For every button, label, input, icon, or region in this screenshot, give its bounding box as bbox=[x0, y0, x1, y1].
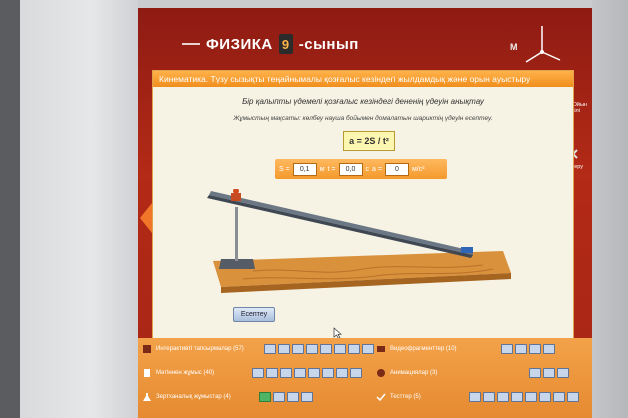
formula-box: a = 2S / t² bbox=[343, 131, 395, 151]
chip[interactable] bbox=[552, 392, 565, 402]
clamp[interactable] bbox=[231, 193, 241, 201]
chip[interactable] bbox=[266, 368, 279, 378]
window-title: Кинематика. Түзу сызықты теңайнымалы қоз… bbox=[153, 71, 573, 87]
axis-m-label: M bbox=[510, 42, 518, 52]
chip[interactable] bbox=[319, 344, 332, 354]
book-icon bbox=[143, 345, 151, 353]
app-screen: ФИЗИКА 9 -сынып M Ойын тәсілі Тексеру Ки… bbox=[138, 8, 592, 418]
subject-label: ФИЗИКА bbox=[206, 35, 273, 53]
chip[interactable] bbox=[542, 344, 555, 354]
chip[interactable] bbox=[336, 368, 349, 378]
chips-row2 bbox=[252, 368, 363, 378]
chips-row3 bbox=[258, 392, 313, 402]
page-icon bbox=[144, 369, 150, 377]
header-bar: ФИЗИКА 9 -сынып M bbox=[138, 8, 592, 68]
chip[interactable] bbox=[529, 368, 542, 378]
chip[interactable] bbox=[524, 392, 537, 402]
chip[interactable] bbox=[333, 344, 346, 354]
chip[interactable] bbox=[300, 392, 313, 402]
animation-icon bbox=[377, 369, 385, 377]
dash-left bbox=[182, 43, 200, 45]
lab-window: Кинематика. Түзу сызықты теңайнымалы қоз… bbox=[152, 70, 574, 342]
t-label: t = bbox=[327, 165, 336, 173]
chips-row-anim bbox=[529, 368, 570, 378]
lab-works-label: Зертханалық жұмыстар (4) bbox=[156, 394, 231, 400]
inclined-plane-scene bbox=[207, 189, 511, 293]
a-label: a = bbox=[372, 165, 382, 173]
chip[interactable] bbox=[280, 368, 293, 378]
a-input[interactable]: 0 bbox=[384, 162, 409, 176]
chip[interactable] bbox=[557, 368, 570, 378]
row-tests[interactable]: Тесттер (5) bbox=[376, 392, 579, 402]
bottom-panel: Интерактивті тапсырмалар (57) Мәтіннен ж… bbox=[138, 338, 592, 418]
chip[interactable] bbox=[514, 344, 527, 354]
row-text-work[interactable]: Мәтіннен жұмыс (40) bbox=[142, 368, 363, 378]
video-label: Видеофрагменттер (10) bbox=[390, 346, 457, 352]
text-work-label: Мәтіннен жұмыс (40) bbox=[156, 370, 215, 376]
chip[interactable] bbox=[528, 344, 541, 354]
s-unit: м bbox=[319, 165, 325, 173]
chip[interactable] bbox=[482, 392, 495, 402]
task-subtitle: Жұмыстың мақсаты: көлбеу науша бойымен д… bbox=[233, 115, 493, 122]
chip[interactable] bbox=[361, 344, 374, 354]
grade-suffix: -сынып bbox=[298, 35, 359, 53]
chip[interactable] bbox=[538, 392, 551, 402]
monitor-bezel bbox=[0, 0, 20, 418]
row-video[interactable]: Видеофрагменттер (10) bbox=[376, 344, 555, 354]
animations-label: Анимациялар (3) bbox=[390, 370, 438, 376]
end-stop bbox=[461, 247, 473, 253]
chips-row-video bbox=[500, 344, 555, 354]
chip-active[interactable] bbox=[258, 392, 271, 402]
s-input[interactable]: 0,1 bbox=[292, 162, 317, 176]
ramp-track-shadow bbox=[207, 195, 473, 258]
a-unit: м/с² bbox=[411, 165, 425, 173]
chip[interactable] bbox=[263, 344, 276, 354]
chip[interactable] bbox=[347, 344, 360, 354]
brand-title: ФИЗИКА 9 -сынып bbox=[182, 34, 359, 54]
chip[interactable] bbox=[305, 344, 318, 354]
s-label: S = bbox=[279, 165, 290, 173]
chip[interactable] bbox=[566, 392, 579, 402]
chip[interactable] bbox=[286, 392, 299, 402]
chip[interactable] bbox=[277, 344, 290, 354]
video-icon bbox=[377, 346, 385, 352]
parameters-panel: S = 0,1 м t = 0,0 с a = 0 м/с² bbox=[275, 159, 447, 179]
axes-icon bbox=[525, 26, 561, 63]
tests-label: Тесттер (5) bbox=[390, 394, 421, 400]
t-input[interactable]: 0,0 bbox=[338, 162, 363, 176]
chip[interactable] bbox=[543, 368, 556, 378]
grade-number: 9 bbox=[278, 34, 293, 54]
calculate-button[interactable]: Есептеу bbox=[233, 307, 275, 322]
row-interactive-tasks[interactable]: Интерактивті тапсырмалар (57) bbox=[142, 344, 374, 354]
wall-background bbox=[20, 0, 138, 418]
ramp-track bbox=[209, 191, 473, 255]
task-title: Бір қалыпты үдемелі қозғалыс кезіндегі д… bbox=[242, 97, 484, 106]
chip[interactable] bbox=[291, 344, 304, 354]
chip[interactable] bbox=[322, 368, 335, 378]
chip[interactable] bbox=[350, 368, 363, 378]
chip[interactable] bbox=[252, 368, 265, 378]
chip[interactable] bbox=[272, 392, 285, 402]
stand-rod bbox=[235, 207, 238, 261]
chips-row1 bbox=[263, 344, 374, 354]
chip[interactable] bbox=[294, 368, 307, 378]
wall-background-right bbox=[592, 0, 628, 418]
chip[interactable] bbox=[500, 344, 513, 354]
chips-row-tests bbox=[468, 392, 579, 402]
chip[interactable] bbox=[468, 392, 481, 402]
chip[interactable] bbox=[308, 368, 321, 378]
t-unit: с bbox=[365, 165, 370, 173]
flask-icon bbox=[143, 393, 151, 401]
row-animations[interactable]: Анимациялар (3) bbox=[376, 368, 570, 378]
check-icon bbox=[376, 393, 386, 402]
chip[interactable] bbox=[496, 392, 509, 402]
row-lab-works[interactable]: Зертханалық жұмыстар (4) bbox=[142, 392, 313, 402]
interactive-tasks-label: Интерактивті тапсырмалар (57) bbox=[156, 346, 244, 352]
chip[interactable] bbox=[510, 392, 523, 402]
